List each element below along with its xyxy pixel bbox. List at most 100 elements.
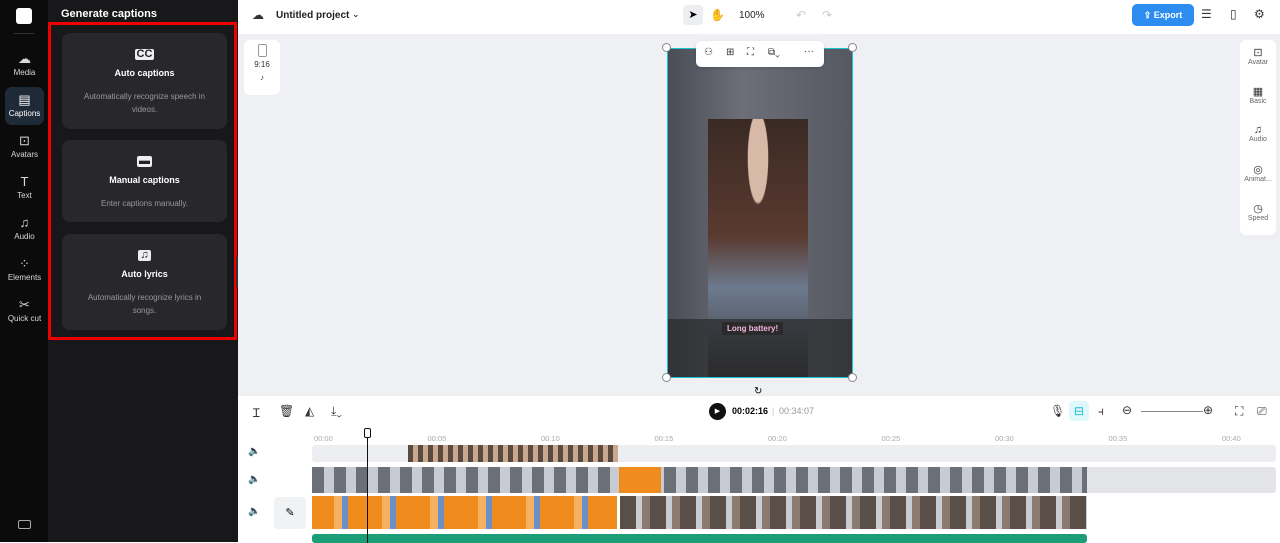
- delete-icon[interactable]: 🗑: [279, 404, 294, 418]
- time-tick: 00:30: [995, 434, 1014, 443]
- more-icon[interactable]: ···: [804, 46, 814, 57]
- right-panel-icon: ♫: [1253, 124, 1263, 136]
- remove-bg-icon[interactable]: ⚇: [704, 47, 713, 58]
- microphone-icon[interactable]: 🎙: [1050, 404, 1065, 418]
- card-description: Automatically recognize speech in videos…: [84, 92, 205, 114]
- nav-item-media[interactable]: ☁ Media: [5, 46, 44, 84]
- zoom-out-icon[interactable]: ⊖: [1122, 403, 1132, 417]
- elements-icon: ⁘: [19, 256, 30, 271]
- settings-icon[interactable]: ⚙: [1254, 7, 1265, 21]
- nav-item-audio[interactable]: ♫ Audio: [5, 210, 44, 248]
- left-nav: ☁ Media ▤ Captions ⊡ Avatars T Text ♫ Audio ⁘ Eleme…: [0, 0, 48, 542]
- speaker-icon[interactable]: 🔈: [248, 506, 260, 517]
- redo-icon[interactable]: ↷: [822, 8, 832, 22]
- caption-option-icon: CC: [134, 48, 155, 60]
- zoom-in-icon[interactable]: ⊕: [1203, 403, 1213, 417]
- video-clip[interactable]: [620, 496, 1087, 529]
- select-tool-icon[interactable]: ➤: [683, 5, 703, 25]
- cloud-upload-icon: ☁: [18, 51, 31, 66]
- nav-item-elements[interactable]: ⁘ Elements: [5, 251, 44, 289]
- nav-item-quick-cut[interactable]: ✂ Quick cut: [5, 292, 44, 330]
- card-description: Automatically recognize lyrics in songs.: [87, 293, 202, 315]
- speaker-icon[interactable]: 🔈: [248, 474, 260, 485]
- time-tick: 00:25: [881, 434, 901, 443]
- hand-tool-icon[interactable]: ✋: [710, 8, 725, 22]
- download-icon[interactable]: ⤓⌄: [331, 404, 342, 419]
- right-panel-item[interactable]: ◎ Animat...: [1240, 163, 1276, 183]
- right-panel-icon: ◎: [1253, 164, 1263, 176]
- right-panel-item[interactable]: ⊡ Avatar: [1240, 46, 1276, 66]
- card-title: Manual captions: [109, 175, 180, 185]
- caption-text[interactable]: Long battery!: [722, 322, 784, 335]
- right-panel-label: Speed: [1247, 215, 1269, 222]
- layout-icon[interactable]: ▯: [1230, 7, 1237, 21]
- main-track[interactable]: [312, 467, 1276, 493]
- time-tick: 00:40: [1222, 434, 1241, 443]
- undo-icon[interactable]: ↶: [796, 8, 806, 22]
- export-button[interactable]: ⇪ Export: [1132, 4, 1194, 26]
- caption-option-card[interactable]: CC Auto captions Automatically recognize s…: [62, 33, 227, 129]
- phone-icon: [257, 44, 267, 57]
- resize-handle[interactable]: [848, 43, 857, 52]
- captions-panel: Generate captions CC Auto captions Automat…: [48, 0, 238, 542]
- picture-icon[interactable]: ⧉⌄: [768, 47, 780, 58]
- right-panel-icon: ▦: [1252, 86, 1264, 98]
- caption-option-card[interactable]: ♫ Auto lyrics Automatically recognize lyri…: [62, 234, 227, 330]
- overlay-track[interactable]: [312, 445, 1276, 462]
- caption-option-card[interactable]: ▬ Manual captions Enter captions manually.: [62, 140, 227, 222]
- split-icon[interactable]: Ɪ: [253, 404, 260, 421]
- nav-label: Elements: [7, 273, 42, 282]
- video-clip[interactable]: [619, 467, 661, 493]
- speaker-icon[interactable]: 🔈: [248, 446, 260, 457]
- nav-label: Media: [13, 68, 36, 77]
- play-button[interactable]: ▶: [709, 403, 726, 420]
- right-panel-icon: ◷: [1253, 203, 1263, 215]
- aspect-ratio-card[interactable]: 9:16 ♪: [244, 40, 280, 95]
- video-preview[interactable]: Long battery!: [667, 48, 853, 378]
- caption-option-icon: ♫: [138, 249, 151, 261]
- video-clip[interactable]: [312, 467, 1087, 493]
- right-panel-item[interactable]: ▦ Basic: [1240, 85, 1276, 105]
- time-tick: 00:35: [1108, 434, 1128, 443]
- fullscreen-icon[interactable]: ⛶: [1235, 404, 1243, 419]
- export-label: Export: [1153, 10, 1183, 20]
- nav-item-captions[interactable]: ▤ Captions: [5, 87, 44, 125]
- chevron-down-icon[interactable]: ⌄: [352, 9, 360, 20]
- floating-toolbar: ⚇ ⊞ ⛶ ⧉⌄ ···: [696, 41, 824, 67]
- preview-icon[interactable]: ⎚: [1257, 404, 1267, 419]
- nav-label: Audio: [14, 232, 35, 241]
- layers-icon[interactable]: ☰: [1201, 7, 1212, 21]
- playhead[interactable]: [367, 430, 368, 543]
- edit-cover-button[interactable]: ✎: [274, 497, 306, 529]
- card-title: Auto captions: [114, 68, 175, 78]
- video-track[interactable]: [312, 496, 1276, 529]
- music-icon: ♫: [19, 215, 30, 230]
- keyboard-icon[interactable]: [18, 520, 31, 529]
- split-view-icon[interactable]: ⫞: [1098, 404, 1104, 419]
- nav-item-text[interactable]: T Text: [5, 169, 44, 207]
- crop-icon[interactable]: ⛶: [747, 47, 754, 58]
- video-clip[interactable]: [312, 496, 617, 529]
- zoom-level[interactable]: 100%: [739, 10, 765, 21]
- right-panel-item[interactable]: ♫ Audio: [1240, 124, 1276, 143]
- playhead-handle[interactable]: [364, 428, 371, 438]
- video-clip[interactable]: [408, 445, 618, 462]
- magnet-icon[interactable]: ⊟: [1069, 401, 1089, 421]
- nav-item-avatars[interactable]: ⊡ Avatars: [5, 128, 44, 166]
- right-panel-label: Audio: [1249, 136, 1267, 143]
- right-panel-item[interactable]: ◷ Speed: [1240, 202, 1276, 222]
- replace-icon[interactable]: ⊞: [726, 47, 734, 58]
- quick-cut-icon: ✂: [19, 297, 30, 312]
- resize-handle[interactable]: [662, 43, 671, 52]
- zoom-slider[interactable]: [1141, 411, 1203, 412]
- mirror-icon[interactable]: ◭: [305, 404, 314, 418]
- app-logo[interactable]: [16, 8, 32, 24]
- canvas-area: 9:16 ♪ Long battery! ↻ ⚇ ⊞ ⛶ ⧉⌄ ··· ⊡ Ava…: [238, 34, 1280, 397]
- panel-title: Generate captions: [61, 8, 157, 20]
- resize-handle[interactable]: [662, 373, 671, 382]
- project-name[interactable]: Untitled project: [276, 10, 349, 21]
- nav-label: Text: [17, 191, 32, 200]
- total-time: 00:34:07: [779, 406, 815, 416]
- resize-handle[interactable]: [848, 373, 857, 382]
- right-panel-label: Animat...: [1244, 176, 1272, 183]
